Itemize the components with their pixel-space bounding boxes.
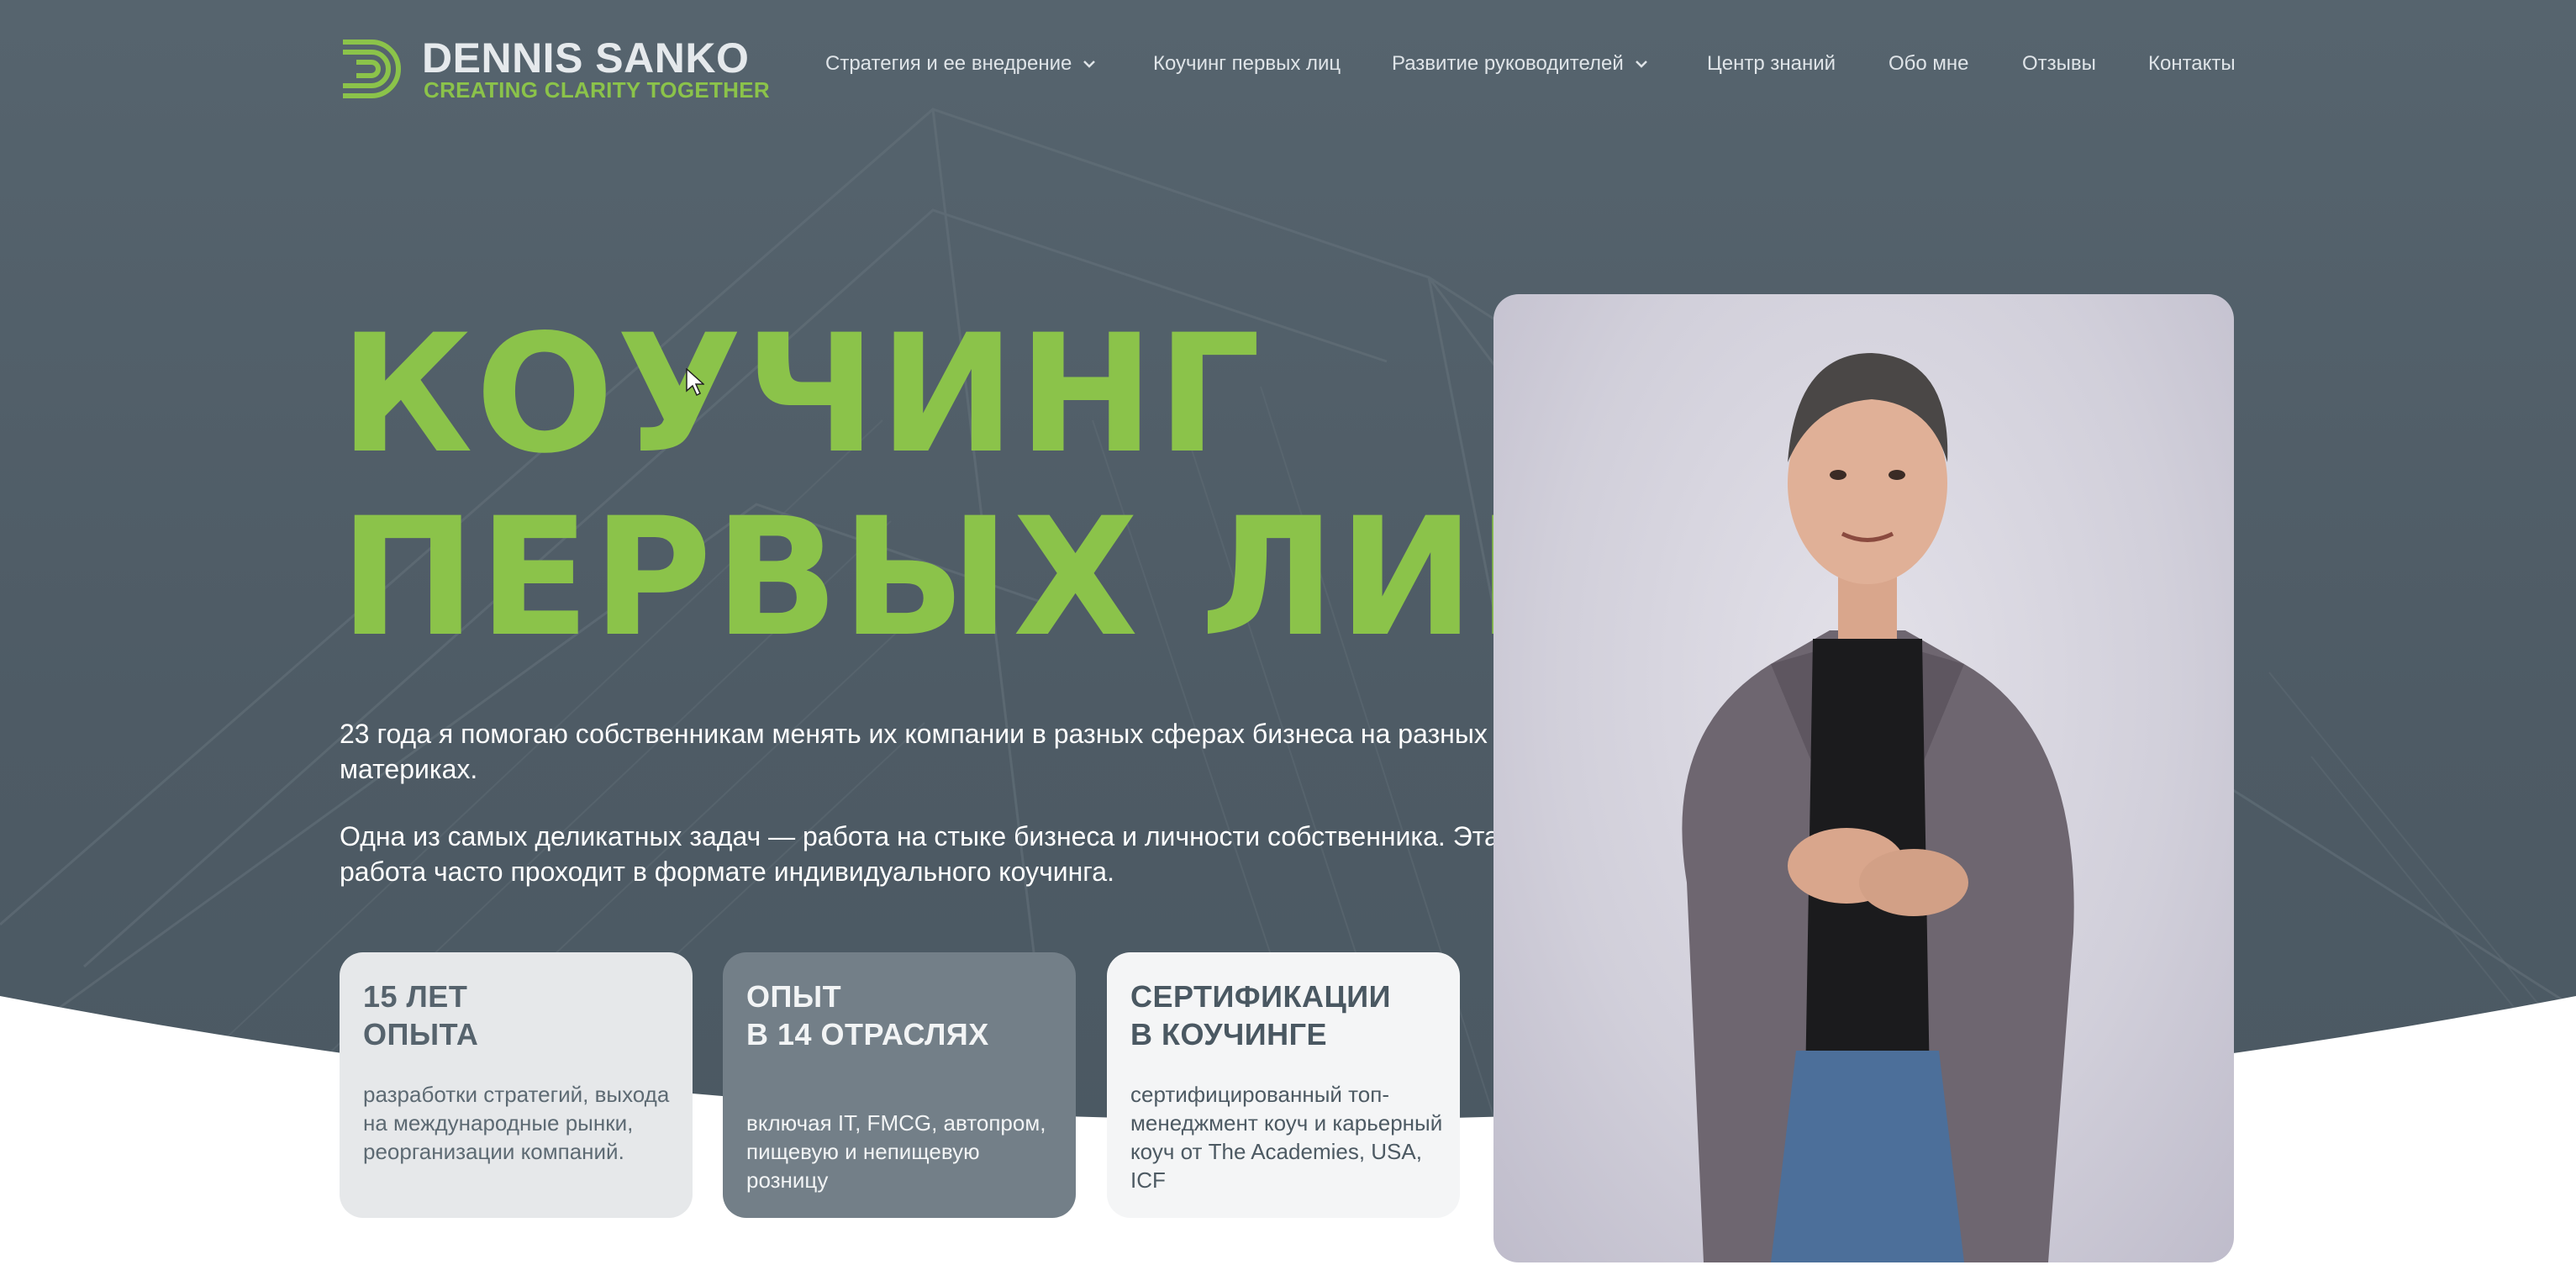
stat-card-title-line-2: В 14 ОТРАСЛЯХ (746, 1017, 989, 1051)
person-portrait-illustration (1682, 353, 2074, 1262)
hero-paragraph-1: 23 года я помогаю собственникам менять и… (340, 719, 1488, 784)
nav-item-label: Обо мне (1889, 52, 1969, 75)
nav-item-label: Отзывы (2022, 52, 2096, 75)
stat-card-title-line-1: ОПЫТ (746, 979, 842, 1014)
nav-item-reviews[interactable]: Отзывы (2022, 52, 2096, 76)
logo-name: DENNIS SANKO (422, 34, 750, 82)
hero-title-line-2: ПЕРВЫХ ЛИЦ (340, 482, 1631, 672)
nav-item-leader-development[interactable]: Развитие руководителей (1392, 52, 1649, 76)
nav-item-knowledge-center[interactable]: Центр знаний (1707, 52, 1836, 76)
nav-item-label: Стратегия и ее внедрение (825, 52, 1072, 75)
stat-card-experience: 15 ЛЕТ ОПЫТА разработки стратегий, выход… (340, 952, 693, 1218)
stat-card-certifications: СЕРТИФИКАЦИИ В КОУЧИНГЕ сертифицированны… (1107, 952, 1460, 1218)
portrait-photo (1493, 294, 2234, 1262)
stat-card-text: включая IT, FMCG, автопром, пищевую и не… (746, 1110, 1046, 1193)
stat-card-title: СЕРТИФИКАЦИИ В КОУЧИНГЕ (1130, 978, 1436, 1053)
stat-card-title-line-1: СЕРТИФИКАЦИИ (1130, 979, 1392, 1014)
hero-title-line-1: КОУЧИНГ (340, 299, 1264, 489)
stat-card-text: сертифицированный топ-менеджмент коуч и … (1130, 1082, 1443, 1193)
nav-item-label: Развитие руководителей (1392, 52, 1624, 75)
chevron-down-icon (1083, 61, 1096, 68)
chevron-down-icon (1635, 61, 1647, 68)
stat-card-title: 15 ЛЕТ ОПЫТА (363, 978, 669, 1053)
stat-card-title: ОПЫТ В 14 ОТРАСЛЯХ (746, 978, 1052, 1053)
nav-item-label: Коучинг первых лиц (1153, 52, 1341, 75)
stat-card-text: разработки стратегий, выхода на междунар… (363, 1082, 670, 1164)
site-logo[interactable]: DENNIS SANKO CREATING CLARITY TOGETHER (340, 34, 770, 104)
stat-card-title-line-1: 15 ЛЕТ (363, 979, 468, 1014)
stylized-d-logo-icon (343, 40, 401, 98)
stat-card-title-line-2: ОПЫТА (363, 1017, 479, 1051)
nav-item-strategy[interactable]: Стратегия и ее внедрение (825, 52, 1097, 76)
nav-item-contacts[interactable]: Контакты (2148, 52, 2236, 76)
stat-card-title-line-2: В КОУЧИНГЕ (1130, 1017, 1328, 1051)
nav-item-ceo-coaching[interactable]: Коучинг первых лиц (1153, 52, 1341, 76)
site-header: DENNIS SANKO CREATING CLARITY TOGETHER С… (0, 0, 2576, 134)
nav-item-label: Центр знаний (1707, 52, 1836, 75)
stat-card-industries: ОПЫТ В 14 ОТРАСЛЯХ включая IT, FMCG, авт… (723, 952, 1076, 1218)
hero-title: КОУЧИНГ ПЕРВЫХ ЛИЦ (340, 303, 1631, 669)
hero-paragraph-2: Одна из самых деликатных задач — работа … (340, 821, 1499, 887)
logo-tagline: CREATING CLARITY TOGETHER (424, 77, 770, 103)
nav-item-label: Контакты (2148, 52, 2236, 75)
mouse-cursor-icon (686, 368, 704, 397)
nav-item-about[interactable]: Обо мне (1889, 52, 1969, 76)
